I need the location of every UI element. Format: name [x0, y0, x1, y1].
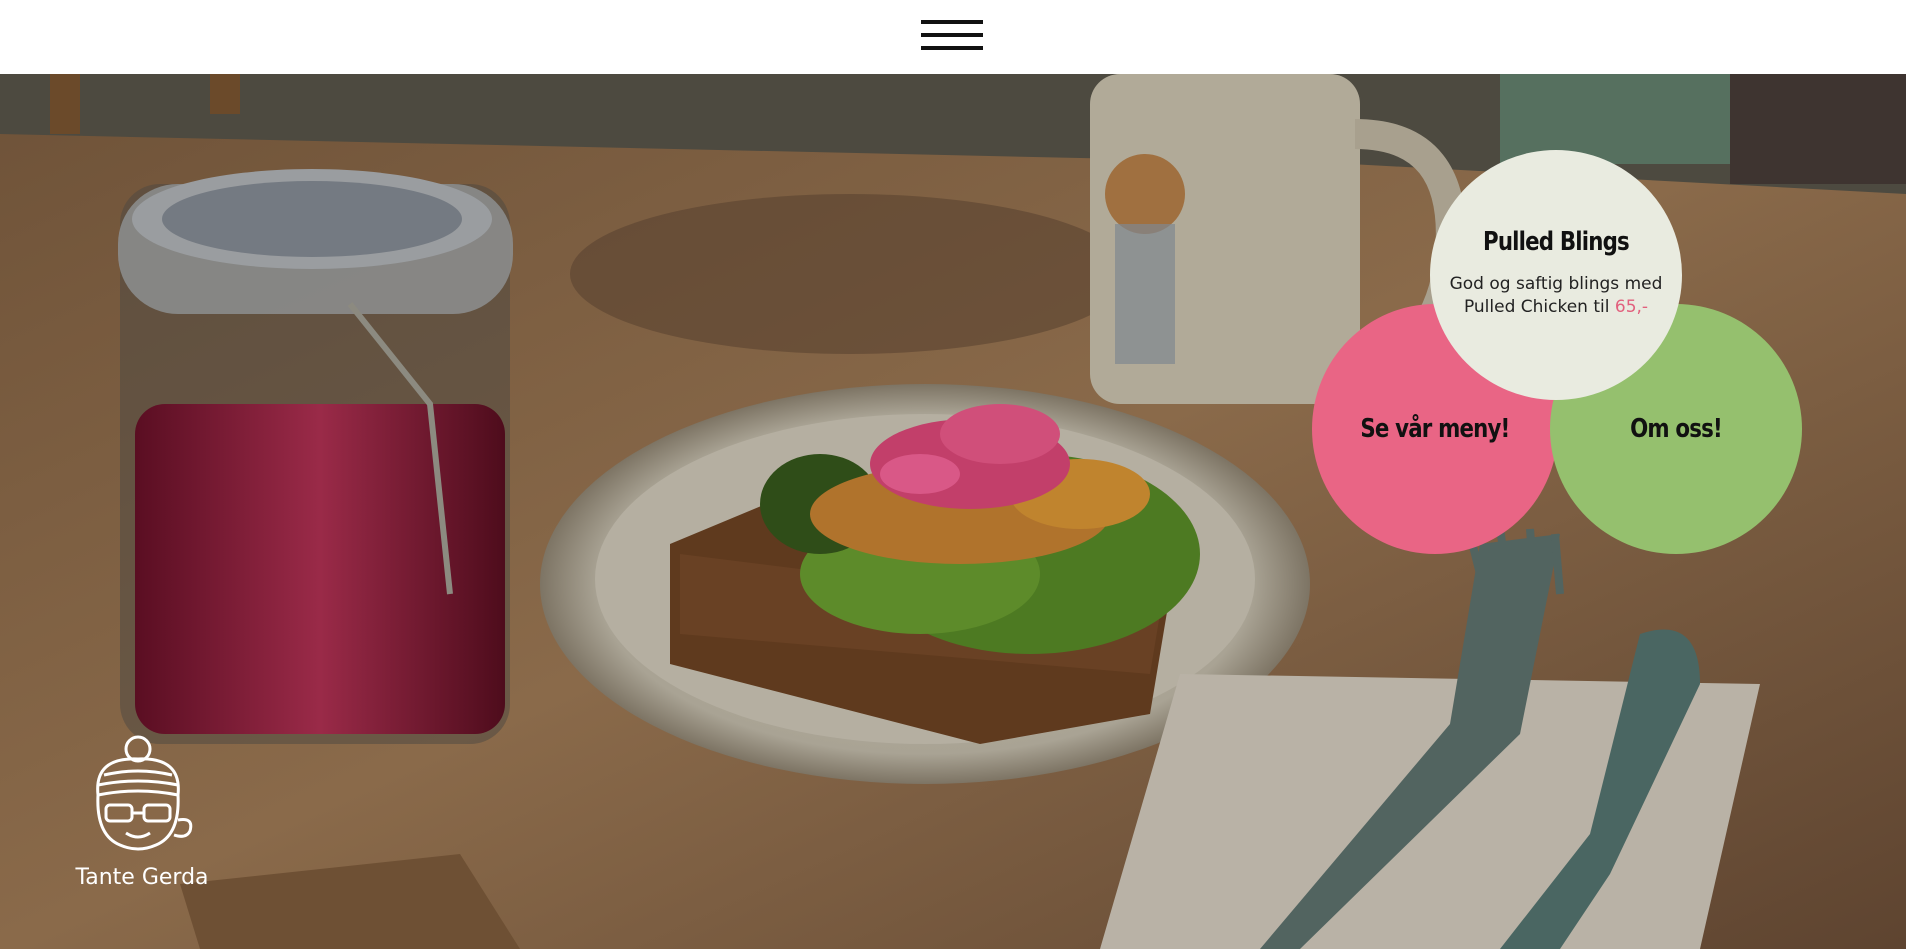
menu-button-label: Se vår meny! [1360, 414, 1510, 444]
top-bar [0, 0, 1906, 74]
tante-gerda-logo[interactable]: Tante Gerda [70, 735, 214, 895]
special-offer-price: 65,- [1614, 297, 1649, 317]
grandma-logo-icon [96, 735, 193, 851]
special-offer-card: Pulled Blings God og saftig blings med P… [1430, 150, 1682, 400]
hamburger-menu-icon[interactable] [921, 20, 983, 52]
special-offer-description: God og saftig blings med Pulled Chicken … [1444, 273, 1668, 319]
special-offer-title: Pulled Blings [1483, 227, 1630, 257]
about-button-label: Om oss! [1630, 414, 1723, 444]
logo-text: Tante Gerda [75, 865, 209, 890]
